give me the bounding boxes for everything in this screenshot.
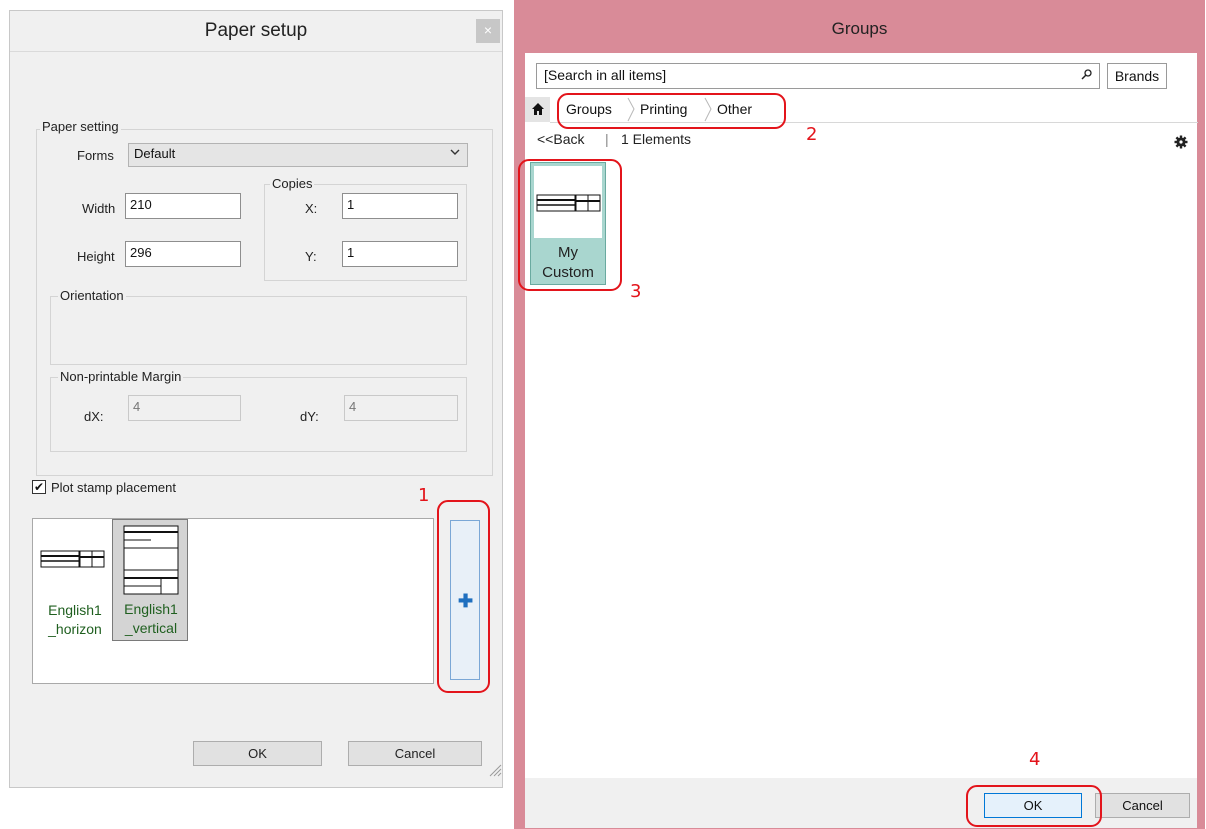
orientation-legend: Orientation xyxy=(58,288,126,303)
stamp-caption-line2: _horizon xyxy=(48,621,102,637)
margin-dx-label: dX: xyxy=(84,409,104,424)
back-divider: | xyxy=(605,131,609,147)
height-label: Height xyxy=(77,249,115,264)
annotation-outline-4 xyxy=(966,785,1102,827)
plot-stamp-checkbox[interactable]: ✔ xyxy=(32,480,46,494)
height-input[interactable]: 296 xyxy=(125,241,241,267)
search-input[interactable]: [Search in all items] xyxy=(536,63,1100,89)
paper-setup-dialog: Paper setup × Paper setting Forms Defaul… xyxy=(9,10,503,788)
stamp-caption: English1 _horizon xyxy=(37,601,113,639)
ok-button[interactable]: OK xyxy=(193,741,322,766)
search-placeholder: [Search in all items] xyxy=(544,67,667,83)
margin-dy-label: dY: xyxy=(300,409,319,424)
annotation-number-4: 4 xyxy=(1029,749,1041,770)
margin-dy-input: 4 xyxy=(344,395,458,421)
paper-setting-legend: Paper setting xyxy=(40,119,121,134)
stamp-caption: English1 _vertical xyxy=(113,600,189,638)
width-label: Width xyxy=(82,201,116,216)
home-button[interactable] xyxy=(525,97,550,122)
stamp-thumbnail xyxy=(123,525,179,595)
copies-legend: Copies xyxy=(270,176,315,191)
cancel-button[interactable]: Cancel xyxy=(348,741,482,766)
copies-x-input[interactable]: 1 xyxy=(342,193,458,219)
stamp-caption-line2: _vertical xyxy=(124,620,178,636)
resize-grip-icon[interactable] xyxy=(488,763,502,777)
stamp-caption-line1: English1 xyxy=(124,601,178,617)
chevron-down-icon xyxy=(449,146,461,161)
search-icon[interactable] xyxy=(1081,67,1093,84)
copies-y-label: Y: xyxy=(305,249,317,264)
annotation-outline-3 xyxy=(518,159,622,291)
paper-setup-title: Paper setup xyxy=(204,20,308,41)
forms-select[interactable]: Default xyxy=(128,143,468,167)
stamp-caption-line1: English1 xyxy=(48,602,102,618)
annotation-outline-1 xyxy=(437,500,490,693)
close-button[interactable]: × xyxy=(476,19,500,43)
stamp-item-vertical[interactable]: English1 _vertical xyxy=(112,519,188,641)
forms-label: Forms xyxy=(77,148,114,163)
stamp-item-horizontal[interactable]: English1 _horizon xyxy=(37,521,113,643)
groups-content xyxy=(525,53,1197,826)
forms-select-value: Default xyxy=(134,146,176,161)
copies-x-label: X: xyxy=(305,201,318,216)
annotation-number-1: 1 xyxy=(418,485,430,506)
groups-cancel-button[interactable]: Cancel xyxy=(1095,793,1190,818)
width-input[interactable]: 210 xyxy=(125,193,241,219)
annotation-outline-2 xyxy=(557,93,786,129)
back-link[interactable]: <<Back xyxy=(537,131,584,147)
orientation-group xyxy=(50,296,467,365)
title-divider xyxy=(10,51,502,52)
margin-legend: Non-printable Margin xyxy=(58,369,184,384)
stamp-thumbnail xyxy=(40,550,105,568)
element-count: 1 Elements xyxy=(621,131,692,147)
brands-button[interactable]: Brands xyxy=(1107,63,1167,89)
margin-dx-input: 4 xyxy=(128,395,241,421)
copies-y-input[interactable]: 1 xyxy=(342,241,458,267)
gear-icon[interactable] xyxy=(1174,135,1188,149)
annotation-number-2: 2 xyxy=(806,124,818,145)
annotation-number-3: 3 xyxy=(630,281,642,302)
stamp-list: English1 _horizon English1 _vertical xyxy=(32,518,434,684)
groups-title: Groups xyxy=(831,19,888,38)
plot-stamp-label: Plot stamp placement xyxy=(51,480,177,495)
home-icon xyxy=(532,103,544,115)
